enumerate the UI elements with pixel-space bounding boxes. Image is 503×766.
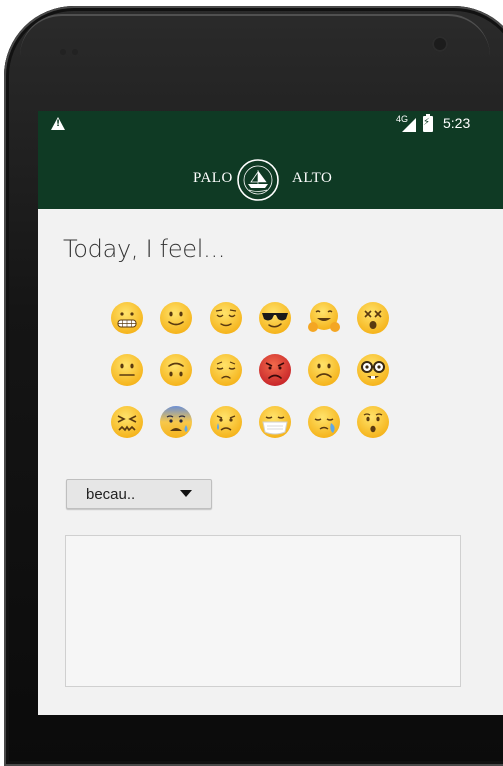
- phone-frame: 4G 5:23 PALO ALTO Today, I feel...: [0, 0, 503, 766]
- chevron-down-icon: [180, 490, 192, 497]
- reason-dropdown[interactable]: becau..: [66, 479, 212, 509]
- brand-text-left: PALO: [193, 170, 233, 186]
- emoji-slightly-smiling[interactable]: [159, 301, 193, 335]
- emoji-neutral[interactable]: [110, 353, 144, 387]
- emoji-pouting-angry[interactable]: [258, 353, 292, 387]
- emoji-hushed[interactable]: [356, 405, 390, 439]
- app-header: PALO ALTO: [38, 137, 503, 209]
- emoji-grimacing[interactable]: [110, 301, 144, 335]
- emoji-fearful-cold-sweat[interactable]: [159, 405, 193, 439]
- mood-form: Today, I feel... becau..: [38, 209, 503, 715]
- speaker-grille: [60, 40, 100, 55]
- emoji-relieved[interactable]: [209, 301, 243, 335]
- battery-charging-icon: [423, 114, 433, 132]
- front-camera-icon: [432, 36, 448, 52]
- school-crest-logo: [237, 159, 279, 201]
- emoji-smiling-with-sunglasses[interactable]: [258, 301, 292, 335]
- signal-icon: [402, 118, 416, 132]
- emoji-medical-mask[interactable]: [258, 405, 292, 439]
- emoji-grid: [110, 301, 430, 451]
- bezel-highlight: [20, 14, 490, 56]
- emoji-crying[interactable]: [209, 405, 243, 439]
- brand-text-right: ALTO: [292, 170, 333, 186]
- emoji-pensive[interactable]: [209, 353, 243, 387]
- emoji-dizzy[interactable]: [356, 301, 390, 335]
- emoji-sleepy[interactable]: [307, 405, 341, 439]
- warning-icon: [51, 117, 65, 130]
- emoji-confounded[interactable]: [110, 405, 144, 439]
- emoji-nerd[interactable]: [356, 353, 390, 387]
- dropdown-selected-value: becau..: [86, 486, 136, 503]
- emoji-upside-down[interactable]: [159, 353, 193, 387]
- notes-textarea[interactable]: [65, 535, 461, 687]
- status-time: 5:23: [443, 115, 471, 131]
- page-title: Today, I feel...: [63, 235, 226, 263]
- app-screen: 4G 5:23 PALO ALTO Today, I feel...: [38, 111, 503, 715]
- school-brand: PALO ALTO: [188, 155, 348, 201]
- emoji-frowning[interactable]: [307, 353, 341, 387]
- status-bar: 4G 5:23: [38, 111, 503, 137]
- emoji-hugging[interactable]: [307, 301, 341, 335]
